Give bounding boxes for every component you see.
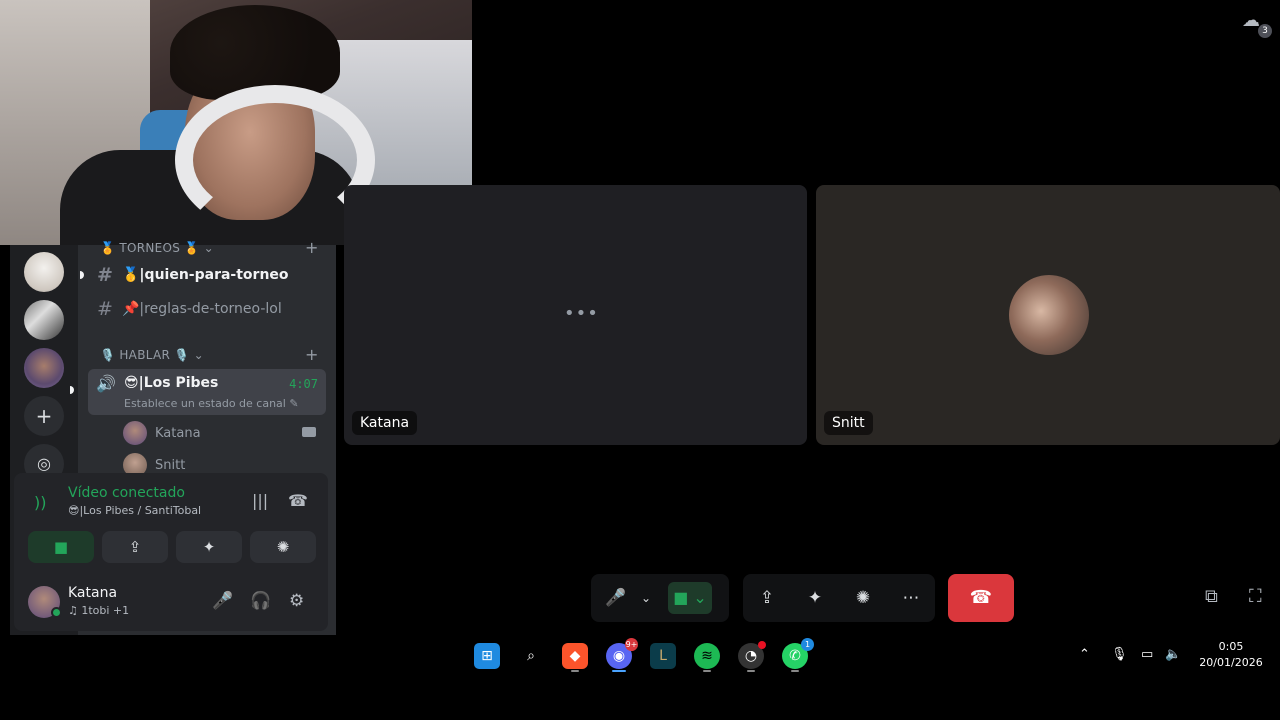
avatar [1009,275,1089,355]
voice-user-name: Katana [155,425,201,441]
voice-channel-los-pibes[interactable]: 🔊 😎|Los Pibes 4:07 Establece un estado d… [70,369,326,415]
microphone-icon[interactable]: 🎤 [605,582,626,614]
user-activity: ♫ 1tobi +1 [68,604,130,617]
category-hablar[interactable]: 🎙️ HABLAR 🎙️ ⌄ + [100,345,318,364]
activities-icon[interactable]: ✦ [804,582,826,614]
category-label: 🏅 TORNEOS 🏅 [100,241,200,255]
system-clock[interactable]: 0:05 20/01/2026 [1196,639,1266,671]
connection-status[interactable]: Vídeo conectado [68,485,185,501]
noise-suppression-icon[interactable]: ||| [252,491,268,510]
voice-user-katana[interactable]: Katana [123,420,201,446]
activity-badge: 3 [1258,24,1272,38]
chevron-down-icon[interactable]: ⌄ [636,582,656,614]
tile-label: Snitt [824,411,873,435]
running-indicator [747,670,755,672]
active-indicator [612,670,626,672]
obs-icon[interactable]: ◔ [738,641,766,669]
username[interactable]: Katana [68,585,117,601]
signal-icon[interactable]: )) [34,493,46,512]
add-channel-icon[interactable]: + [305,345,319,364]
avatar [123,421,147,445]
server-icon-1[interactable] [24,252,64,292]
video-tile-snitt[interactable]: Snitt [816,185,1280,445]
channel-quien-para-torneo[interactable]: # 🥇|quien-para-torneo [80,260,326,290]
soundboard-button[interactable]: ✺ [250,531,316,563]
discord-app-icon[interactable]: ◉ 9+ [606,638,638,669]
running-indicator [571,670,579,672]
league-of-legends-icon[interactable]: L [650,643,676,669]
recording-dot-icon [758,641,766,649]
chevron-up-icon[interactable]: ⌃ [1079,647,1090,662]
user-panel: Katana ♫ 1tobi +1 🎤 🎧 ⚙ [14,573,328,631]
more-options-icon[interactable]: ⋯ [900,582,922,614]
screen-share-button[interactable]: ⇪ [102,531,168,563]
camera-icon [302,427,316,437]
microphone-icon[interactable]: 🎤 [212,591,233,611]
clock-time: 0:05 [1218,640,1244,653]
spotify-icon[interactable]: ≋ [694,643,720,669]
add-server-icon[interactable]: + [24,396,64,436]
channel-status-prompt[interactable]: Establece un estado de canal ✎ [124,397,299,410]
notification-badge: 1 [801,638,814,651]
category-label: 🎙️ HABLAR 🎙️ [100,348,190,362]
hash-icon: # [97,298,113,320]
popout-icon[interactable]: ⧉ [1205,586,1218,607]
soundboard-icon[interactable]: ✺ [852,582,874,614]
windows-start-icon[interactable]: ⊞ [474,643,500,669]
channel-reglas-de-torneo-lol[interactable]: # 📌|reglas-de-torneo-lol [88,294,326,324]
channel-label: 🥇|quien-para-torneo [122,267,289,283]
video-tile-katana[interactable]: ••• Katana [344,185,807,445]
voice-user-name: Snitt [155,457,186,473]
search-icon[interactable]: ⌕ [518,643,544,669]
volume-icon[interactable]: 🔈 [1165,647,1181,662]
channel-label: 📌|reglas-de-torneo-lol [122,301,282,317]
taskbar: ⊞ ⌕ ◆ ◉ 9+ L ≋ ◔ ✆ 1 ⌃ 🎙 ▭ 🔈 0:05 20/01/… [0,636,1280,676]
speaker-icon: 🔊 [96,374,116,393]
brave-browser-icon[interactable]: ◆ [562,643,588,669]
add-channel-icon[interactable]: + [305,238,319,257]
hash-icon: # [97,264,113,286]
activity-icon[interactable]: ☁ 3 [1242,10,1272,38]
camera-button[interactable]: ■ [28,531,94,563]
voice-channel-name: 😎|Los Pibes [124,375,219,391]
online-status-icon [51,607,62,618]
network-icon[interactable]: ▭ [1141,647,1153,662]
headphones-icon[interactable]: 🎧 [250,591,271,611]
notification-badge: 9+ [625,638,638,651]
running-indicator [791,670,799,672]
connection-channel[interactable]: 😎|Los Pibes / SantiTobal [68,504,201,517]
running-indicator [703,670,711,672]
server-icon-2[interactable] [24,300,64,340]
voice-channel-time: 4:07 [289,377,318,391]
tile-label: Katana [352,411,418,435]
clock-date: 20/01/2026 [1199,656,1263,669]
screen-share-icon[interactable]: ⇪ [756,582,778,614]
camera-toggle-button[interactable]: ■ ⌄ [668,582,712,614]
disconnect-icon[interactable]: ☎ [288,491,308,510]
unread-indicator [80,271,84,279]
end-call-button[interactable]: ☎ [948,574,1014,622]
voice-connected-panel: )) Vídeo conectado 😎|Los Pibes / SantiTo… [14,473,328,573]
settings-gear-icon[interactable]: ⚙ [289,591,304,611]
activities-button[interactable]: ✦ [176,531,242,563]
microphone-tray-icon[interactable]: 🎙 [1111,647,1128,662]
fullscreen-icon[interactable]: ⛶ [1249,586,1262,607]
loading-indicator: ••• [564,303,599,324]
server-icon-3[interactable] [24,348,64,388]
whatsapp-icon[interactable]: ✆ 1 [782,638,814,669]
screen: ☁ 3 + ◎ 🏅 TORNEOS 🏅 ⌄ + # 🥇|quien-para-t… [0,0,1280,720]
category-torneos[interactable]: 🏅 TORNEOS 🏅 ⌄ + [100,238,318,257]
